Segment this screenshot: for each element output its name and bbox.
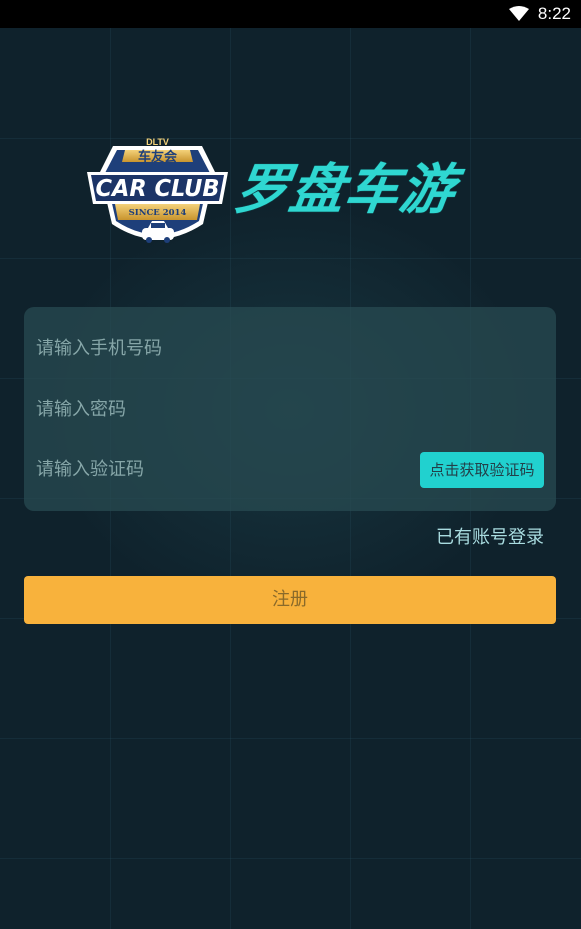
existing-account-login-link[interactable]: 已有账号登录	[436, 524, 544, 552]
svg-text:CAR CLUB: CAR CLUB	[96, 176, 220, 202]
status-time: 8:22	[537, 4, 571, 23]
verification-code-input[interactable]: 请输入验证码	[36, 450, 416, 490]
car-club-badge: DLTV 车友会 CAR CLUB SINCE 2014	[87, 137, 228, 243]
app-logo: DLTV 车友会 CAR CLUB SINCE 2014 罗盘车游	[85, 132, 495, 254]
svg-text:DLTV: DLTV	[146, 137, 169, 147]
svg-text:车友会: 车友会	[138, 149, 178, 165]
register-button[interactable]: 注册	[24, 576, 556, 624]
password-input[interactable]: 请输入密码	[36, 390, 416, 430]
svg-text:SINCE 2014: SINCE 2014	[129, 208, 187, 218]
status-bar: 8:22	[0, 0, 581, 28]
wifi-icon	[509, 6, 529, 21]
phone-input[interactable]: 请输入手机号码	[36, 329, 416, 369]
register-form: 请输入手机号码 请输入密码 请输入验证码 点击获取验证码	[24, 307, 556, 511]
get-code-button[interactable]: 点击获取验证码	[420, 452, 544, 488]
app-name: 罗盘车游	[230, 158, 460, 221]
